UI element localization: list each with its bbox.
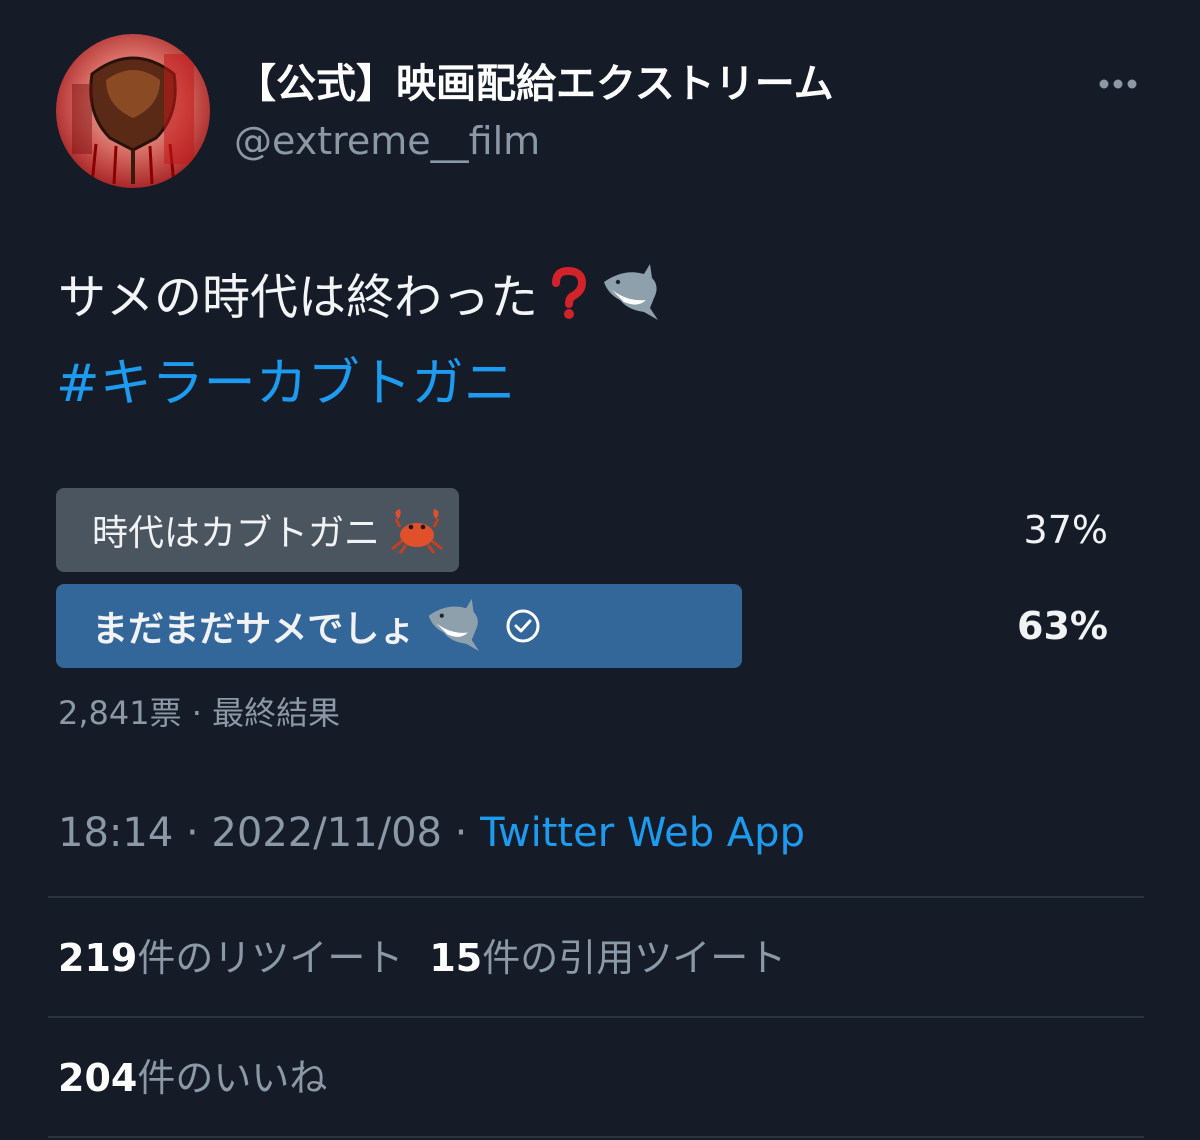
divider — [48, 1136, 1144, 1138]
more-dots-icon — [1099, 79, 1137, 89]
poll-option-1: 時代はカブトガニ 37% — [56, 488, 1146, 572]
poll-option-2-percent: 63% — [1017, 604, 1108, 648]
stats-row-retweets: 219件のリツイート 15件の引用ツイート — [58, 932, 812, 984]
handle[interactable]: @extreme__film — [234, 116, 540, 166]
source-link[interactable]: Twitter Web App — [480, 810, 805, 856]
likes-label: 件のいいね — [137, 1056, 328, 1100]
retweets-label: 件のリツイート — [137, 936, 404, 980]
likes-stat[interactable]: 204件のいいね — [58, 1056, 327, 1100]
shark-icon — [423, 597, 483, 655]
timestamp[interactable]: 18:14 · 2022/11/08 · — [58, 810, 480, 856]
poll-option-2: まだまだサメでしょ 63% — [56, 584, 1146, 668]
tweet-text: サメの時代は終わった — [58, 262, 662, 339]
stats-row-likes: 204件のいいね — [58, 1052, 353, 1104]
quotes-count: 15 — [429, 936, 483, 980]
poll-option-2-label: まだまだサメでしょ — [92, 609, 416, 650]
avatar[interactable] — [56, 34, 210, 188]
display-name[interactable]: 【公式】映画配給エクストリーム — [236, 56, 834, 112]
red-question-mark-icon — [548, 266, 588, 334]
shark-icon — [598, 262, 662, 339]
quotes-stat[interactable]: 15件の引用ツイート — [429, 936, 786, 980]
likes-count: 204 — [58, 1056, 138, 1100]
more-options-button[interactable] — [1092, 64, 1144, 104]
check-circle-icon — [505, 608, 541, 644]
poll-meta: 2,841票 · 最終結果 — [58, 694, 341, 732]
divider — [48, 896, 1144, 898]
timestamp-row: 18:14 · 2022/11/08 · Twitter Web App — [58, 806, 805, 860]
quotes-label: 件の引用ツイート — [482, 936, 787, 980]
retweets-stat[interactable]: 219件のリツイート — [58, 936, 403, 980]
tweet-text-body: サメの時代は終わった — [58, 269, 539, 326]
divider — [48, 1016, 1144, 1018]
avatar-image — [56, 34, 210, 188]
crab-icon — [388, 505, 446, 555]
poll-option-1-percent: 37% — [1023, 508, 1108, 552]
retweets-count: 219 — [58, 936, 138, 980]
poll-option-1-label: 時代はカブトガニ — [92, 513, 381, 554]
hashtag-link[interactable]: #キラーカブトガニ — [56, 352, 516, 416]
